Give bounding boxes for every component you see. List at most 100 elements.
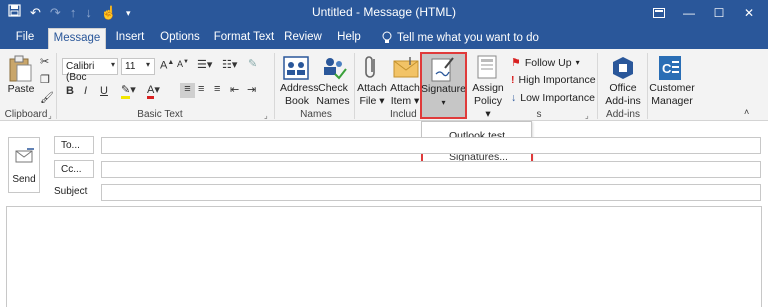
names-group-label: Names [300,109,332,120]
ribbon-display-icon[interactable] [644,0,674,25]
low-importance-label: Low Importance [520,92,595,104]
separator [597,53,598,119]
size-dropdown-icon[interactable]: ▾ [146,60,150,69]
assign-policy-label: Assign Policy ▾ [470,82,506,121]
subject-field[interactable] [101,184,761,201]
attach-item-line2: Item ▾ [390,95,420,107]
maximize-icon[interactable]: ☐ [704,0,734,25]
tab-message[interactable]: Message [48,28,106,49]
address-book-label: Address Book [280,82,319,108]
format-painter-icon[interactable]: 🖌 [40,91,54,104]
clipboard-launcher-icon[interactable]: ⌟ [48,111,52,120]
message-body[interactable] [6,206,762,307]
ribbon: Paste ✂ ❐ 🖌 Clipboard ⌟ Calibri (Boc ▾ 1… [0,49,768,121]
close-icon[interactable]: ✕ [734,0,764,25]
separator [56,53,57,119]
assign-policy-line1: Assign [472,82,504,94]
attach-file-line1: Attach [357,82,387,94]
check-names-line1: Check [318,82,348,94]
low-importance-button[interactable]: ↓ Low Importance [511,92,595,104]
bullets-icon[interactable]: ☰▾ [197,58,212,71]
font-name-field[interactable]: Calibri (Boc [62,58,118,83]
paste-label: Paste [7,83,35,95]
clear-formatting-icon[interactable]: ✎ [248,57,257,70]
lightbulb-icon [382,31,392,43]
basic-text-group-label: Basic Text [137,109,183,120]
low-importance-icon: ↓ [511,92,517,104]
high-importance-icon: ! [511,74,515,86]
grow-font-icon[interactable]: A▲ [160,59,174,72]
cc-button[interactable]: Cc... [54,160,94,178]
separator [274,53,275,119]
font-dropdown-icon[interactable]: ▾ [111,60,115,69]
to-button[interactable]: To... [54,136,94,154]
address-book-icon[interactable] [283,56,309,85]
attach-item-label: Attach Item ▾ [388,82,422,108]
signature-highlight-box [420,52,467,119]
minimize-icon[interactable]: — [674,0,704,25]
increase-indent-icon[interactable]: ⇥ [247,83,256,96]
tab-insert[interactable]: Insert [111,28,149,49]
customer-manager-line1: Customer [649,82,695,94]
align-center-icon[interactable]: ≡ [198,83,204,95]
customer-manager-label: Customer Manager [648,82,696,108]
check-names-line2: Names [316,95,350,107]
font-size-value: 11 [125,61,136,72]
ribbon-tabs: File Message Insert Options Format Text … [0,25,768,49]
to-field[interactable] [101,137,761,154]
cut-icon[interactable]: ✂ [40,55,49,68]
decrease-indent-icon[interactable]: ⇤ [230,83,239,96]
tab-help[interactable]: Help [333,28,365,49]
high-importance-label: High Importance [518,74,596,86]
tell-me-box[interactable]: Tell me what you want to do [382,31,539,44]
title-bar: ↶ ↷ ↑ ↓ ☝ ▾ Untitled - Message (HTML) — … [0,0,768,25]
attach-file-label: Attach File ▾ [356,82,388,108]
customer-manager-line2: Manager [651,95,693,107]
send-label: Send [12,174,36,185]
tab-format-text[interactable]: Format Text [213,28,275,49]
follow-up-dropdown-icon: ▾ [575,58,580,67]
office-addins-label: Office Add-ins [603,82,643,108]
window-controls: — ☐ ✕ [644,0,764,25]
tags-group-label: s [536,109,542,120]
tab-file[interactable]: File [10,28,40,49]
align-right-icon[interactable]: ≡ [214,83,220,95]
collapse-ribbon-icon[interactable]: ˄ [744,107,749,117]
tab-review[interactable]: Review [284,28,322,49]
follow-up-button[interactable]: ⚑ Follow Up ▾ [511,56,580,70]
tell-me-text: Tell me what you want to do [397,31,539,44]
bold-icon[interactable]: B [66,85,74,97]
address-book-line2: Book [285,95,309,107]
cc-field[interactable] [101,161,761,178]
attach-item-line1: Attach [390,82,420,94]
underline-icon[interactable]: U [100,85,108,97]
flag-icon: ⚑ [511,57,521,69]
separator [354,53,355,119]
clipboard-group-label: Clipboard [4,109,48,120]
copy-icon[interactable]: ❐ [40,73,50,86]
office-addins-icon[interactable] [612,56,634,85]
subject-label: Subject [54,186,88,197]
tab-options[interactable]: Options [158,28,202,49]
font-color-icon[interactable]: A▾ [147,83,160,99]
addins-group-label: Add-ins [606,109,640,120]
align-left-icon[interactable]: ≡ [180,83,195,98]
outlook-message-window: ↶ ↷ ↑ ↓ ☝ ▾ Untitled - Message (HTML) — … [0,0,768,307]
attach-file-line2: File ▾ [359,95,385,107]
office-addins-line1: Office [609,82,637,94]
office-addins-line2: Add-ins [605,95,641,107]
highlight-icon[interactable]: ✎▾ [121,83,136,99]
svg-text:C: C [662,61,672,76]
basic-text-launcher-icon[interactable]: ⌟ [264,111,268,120]
include-group-label: Includ [390,109,417,120]
high-importance-button[interactable]: ! High Importance [511,74,596,86]
attach-item-icon[interactable] [393,55,419,84]
assign-policy-line2: Policy ▾ [473,95,502,120]
send-icon [15,148,34,163]
shrink-font-icon[interactable]: A▼ [177,59,189,69]
address-book-line1: Address [280,82,319,94]
italic-icon[interactable]: I [84,85,87,97]
font-name-value: Calibri (Boc [66,61,95,83]
tags-launcher-icon[interactable]: ⌟ [585,111,589,120]
numbering-icon[interactable]: ☷▾ [222,58,237,71]
